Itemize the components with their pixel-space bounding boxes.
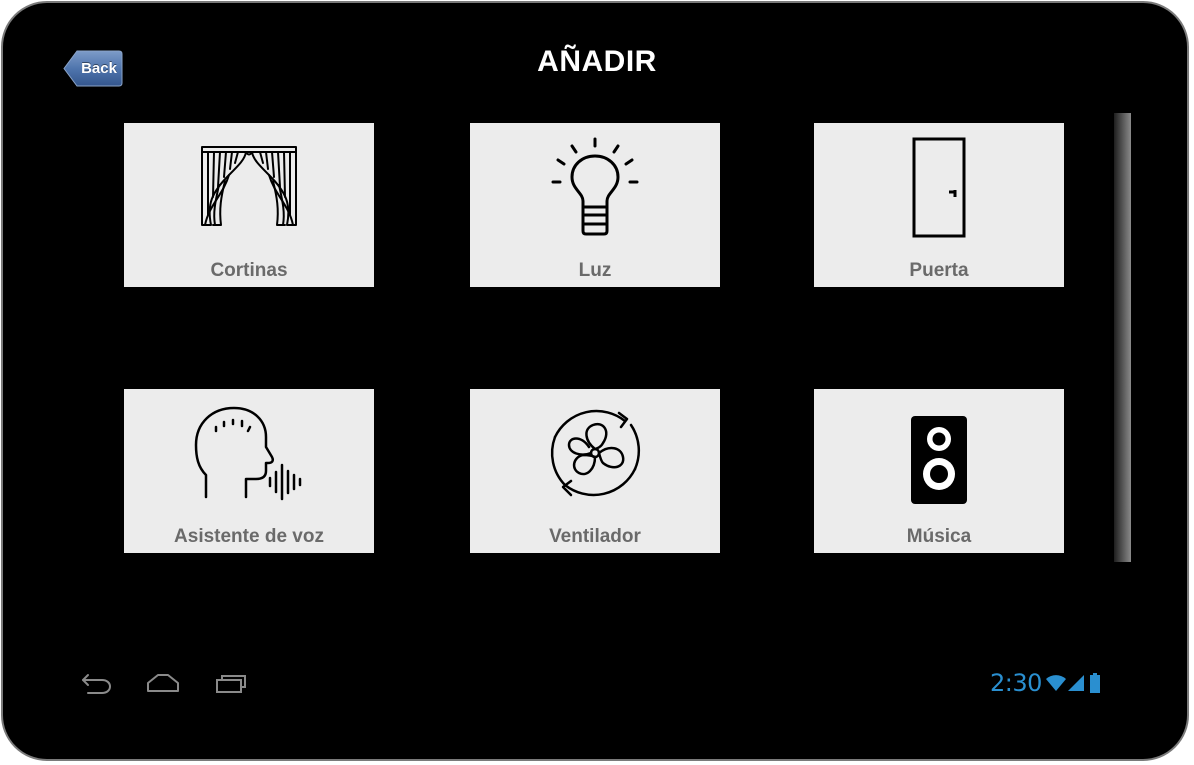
home-nav-icon[interactable] [146, 672, 180, 694]
status-bar: 2:30 [990, 670, 1101, 696]
speaker-icon [911, 416, 967, 504]
tile-cortinas[interactable]: Cortinas [124, 123, 374, 287]
curtains-icon [201, 146, 297, 226]
tile-musica[interactable]: Música [814, 389, 1064, 553]
tile-label: Ventilador [549, 526, 641, 547]
tile-ventilador[interactable]: Ventilador [470, 389, 720, 553]
tile-puerta[interactable]: Puerta [814, 123, 1064, 287]
tile-label: Cortinas [210, 260, 288, 281]
tile-asistente-de-voz[interactable]: Asistente de voz [124, 389, 374, 553]
page-title: AÑADIR [537, 45, 657, 78]
scrollbar[interactable] [1114, 113, 1131, 562]
tile-luz[interactable]: Luz [470, 123, 720, 287]
tablet-frame [1, 1, 1189, 761]
recent-apps-icon[interactable] [214, 672, 246, 694]
voice-assistant-icon [194, 406, 302, 501]
tile-label: Luz [578, 260, 612, 281]
back-nav-icon[interactable] [80, 672, 112, 696]
door-icon [912, 137, 966, 238]
fan-icon [550, 409, 641, 497]
tile-label: Asistente de voz [174, 526, 324, 547]
battery-icon [1089, 673, 1100, 693]
clock: 2:30 [990, 669, 1042, 697]
wifi-icon [1045, 675, 1066, 691]
tile-label: Música [906, 526, 972, 547]
tile-label: Puerta [909, 260, 969, 281]
lightbulb-icon [551, 137, 639, 236]
signal-icon [1067, 675, 1084, 691]
